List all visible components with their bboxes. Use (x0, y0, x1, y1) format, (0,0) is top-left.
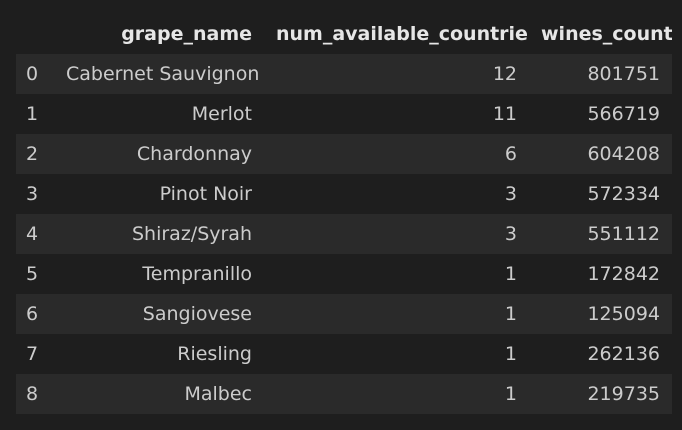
table-row: 0 Cabernet Sauvignon 12 801751 (16, 54, 672, 94)
grape-name-cell: Malbec (184, 383, 252, 405)
row-index: 1 (26, 103, 39, 125)
row-index: 3 (26, 183, 39, 205)
row-index: 2 (26, 143, 39, 165)
grape-name-cell: Chardonnay (136, 143, 252, 165)
table-row: 7 Riesling 1 262136 (16, 334, 672, 374)
grape-name-cell: Cabernet Sauvignon (66, 63, 260, 85)
table-row: 5 Tempranillo 1 172842 (16, 254, 672, 294)
row-index: 7 (26, 343, 39, 365)
grape-name-cell: Shiraz/Syrah (131, 223, 252, 245)
grape-name-cell: Riesling (177, 343, 252, 365)
num-available-countries-cell: 3 (504, 183, 517, 205)
num-available-countries-cell: 6 (504, 143, 517, 165)
wines-count-cell: 604208 (587, 143, 660, 165)
header-row: grape_name num_available_countries wines… (16, 14, 672, 54)
num-available-countries-cell: 1 (504, 303, 517, 325)
table-header: grape_name num_available_countries wines… (16, 14, 672, 54)
table-row: 2 Chardonnay 6 604208 (16, 134, 672, 174)
num-available-countries-cell: 12 (492, 63, 517, 85)
table-row: 4 Shiraz/Syrah 3 551112 (16, 214, 672, 254)
num-available-countries-cell: 1 (504, 343, 517, 365)
table-row: 6 Sangiovese 1 125094 (16, 294, 672, 334)
table-body: 0 Cabernet Sauvignon 12 801751 1 Merlot … (16, 54, 672, 414)
wines-count-cell: 172842 (587, 263, 660, 285)
grape-name-cell: Tempranillo (142, 263, 252, 285)
dataframe-table: grape_name num_available_countries wines… (16, 14, 672, 414)
row-index: 8 (26, 383, 39, 405)
num-available-countries-cell: 1 (504, 263, 517, 285)
table-row: 3 Pinot Noir 3 572334 (16, 174, 672, 214)
wines-count-cell: 801751 (587, 63, 660, 85)
row-index: 5 (26, 263, 39, 285)
wines-count-column-header: wines_count (541, 23, 672, 45)
row-index: 4 (26, 223, 39, 245)
index-column-header (16, 14, 54, 54)
num-available-countries-cell: 11 (492, 103, 517, 125)
wines-count-cell: 572334 (587, 183, 660, 205)
grape-name-cell: Merlot (191, 103, 252, 125)
table-row: 8 Malbec 1 219735 (16, 374, 672, 414)
wines-count-cell: 125094 (587, 303, 660, 325)
dataframe-output: grape_name num_available_countries wines… (16, 14, 672, 414)
num-available-countries-cell: 3 (504, 223, 517, 245)
num-available-countries-cell: 1 (504, 383, 517, 405)
num-available-countries-column-header: num_available_countries (276, 23, 529, 45)
row-index: 6 (26, 303, 39, 325)
grape-name-cell: Pinot Noir (159, 183, 252, 205)
row-index: 0 (26, 63, 39, 85)
wines-count-cell: 566719 (587, 103, 660, 125)
table-row: 1 Merlot 11 566719 (16, 94, 672, 134)
grape-name-cell: Sangiovese (142, 303, 252, 325)
wines-count-cell: 551112 (587, 223, 660, 245)
grape-name-column-header: grape_name (121, 23, 252, 45)
wines-count-cell: 219735 (587, 383, 660, 405)
wines-count-cell: 262136 (587, 343, 660, 365)
